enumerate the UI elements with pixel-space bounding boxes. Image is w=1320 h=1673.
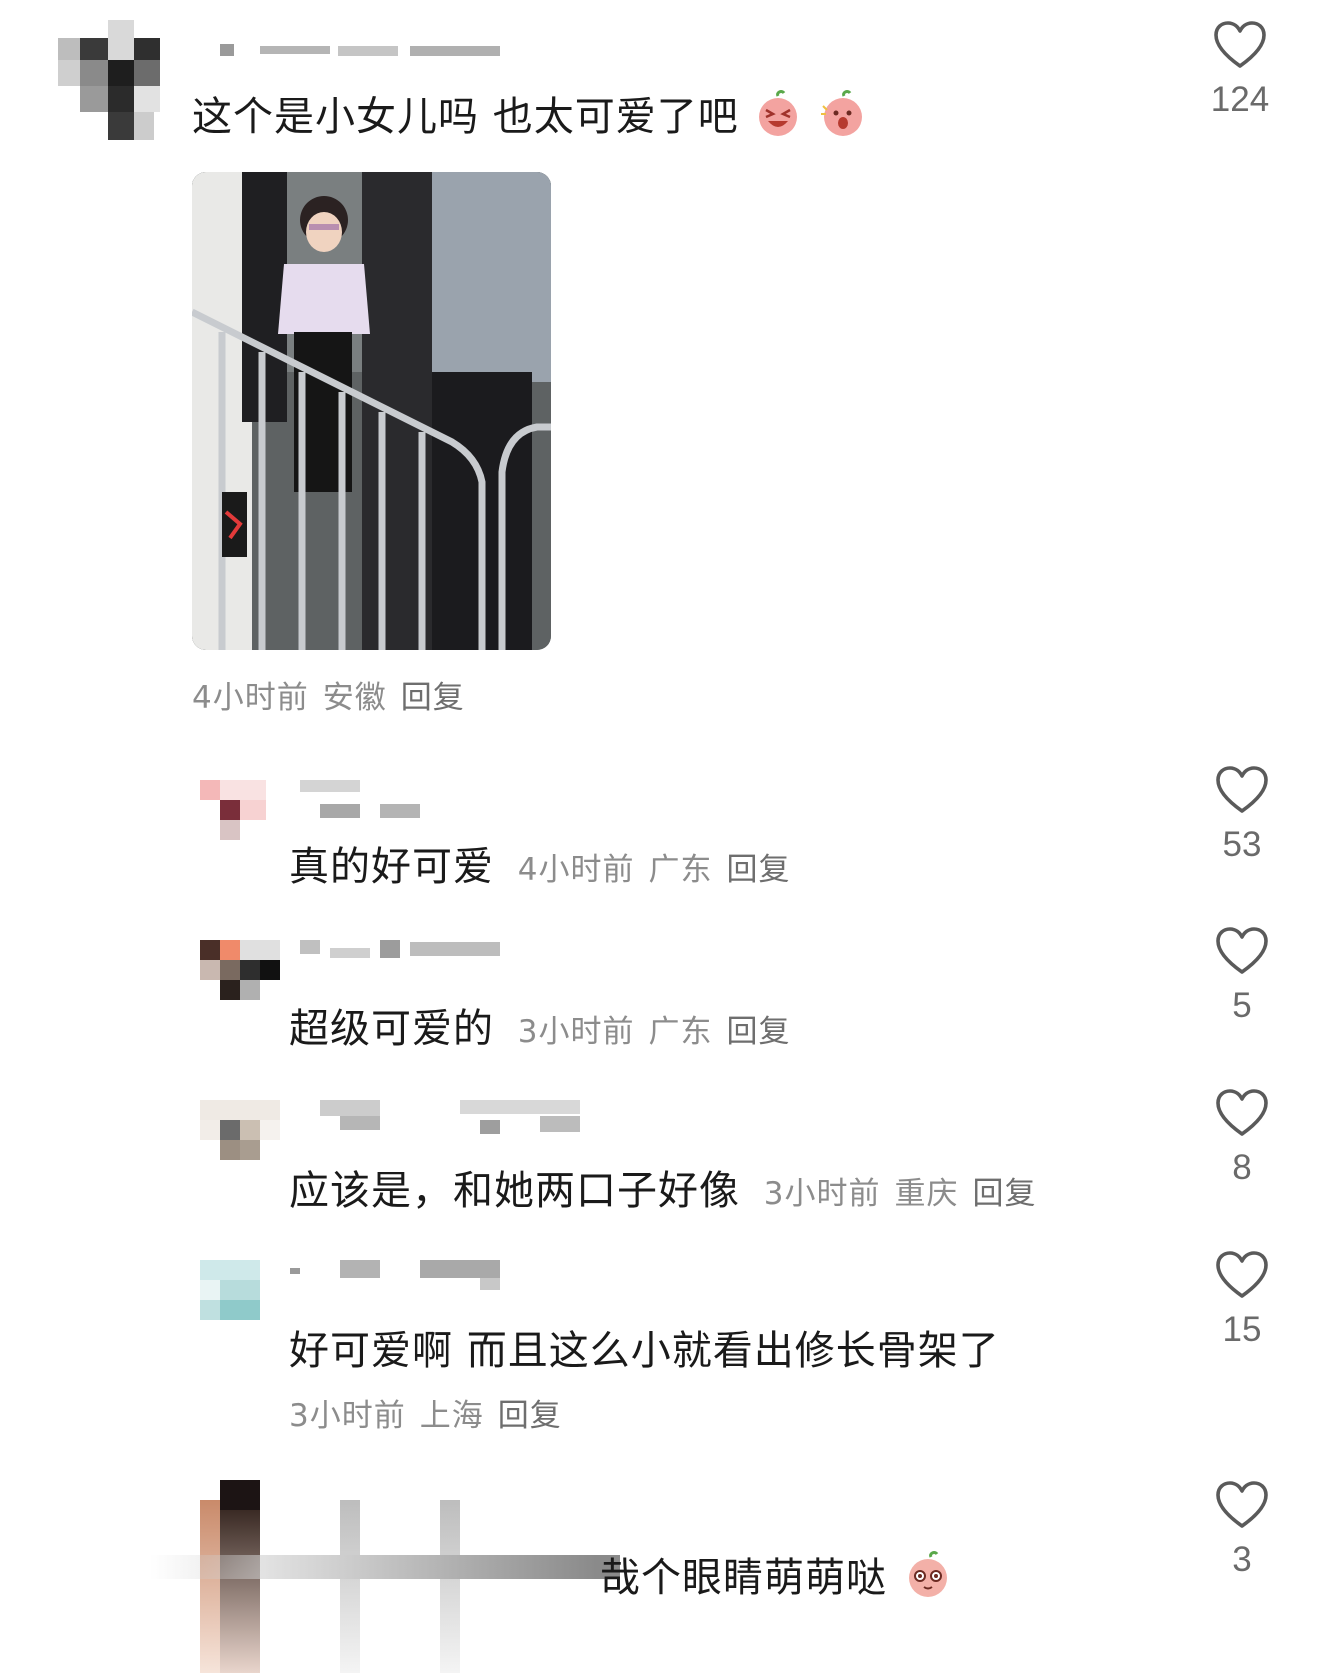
reply-location: 上海 bbox=[419, 1398, 484, 1434]
motion-blur-streak bbox=[150, 1555, 620, 1579]
reply-time: 3小时前 bbox=[763, 1176, 881, 1212]
like-count: 3 bbox=[1232, 1540, 1252, 1579]
like-button[interactable]: 124 bbox=[1180, 20, 1300, 120]
username-blurred bbox=[300, 940, 500, 958]
reply-row: 哉个眼睛萌萌哒 bbox=[600, 1545, 951, 1603]
like-button[interactable]: 53 bbox=[1182, 765, 1302, 865]
reply-button[interactable]: 回复 bbox=[498, 1398, 562, 1434]
reply-location: 广东 bbox=[648, 852, 713, 888]
reply-text: 真的好可爱 bbox=[289, 844, 494, 890]
heart-outline-icon bbox=[1214, 21, 1266, 68]
heart-outline-icon bbox=[1216, 1251, 1268, 1298]
reply-button[interactable]: 回复 bbox=[972, 1176, 1036, 1212]
heart-outline-icon bbox=[1216, 766, 1268, 813]
like-count: 5 bbox=[1232, 986, 1252, 1025]
like-count: 15 bbox=[1222, 1310, 1262, 1349]
username-blurred bbox=[320, 1100, 580, 1134]
comment-location: 安徽 bbox=[322, 680, 387, 716]
comment-text: 这个是小女儿吗 也太可爱了吧 bbox=[192, 84, 866, 142]
girl-at-railing-photo[interactable] bbox=[192, 172, 551, 650]
reply-row: 应该是，和她两口子好像 3小时前 重庆 回复 bbox=[289, 1158, 1050, 1216]
avatar[interactable] bbox=[200, 940, 280, 1000]
reply-location: 广东 bbox=[648, 1014, 713, 1050]
reply-text: 好可爱啊 而且这么小就看出修长骨架了 bbox=[289, 1328, 1000, 1374]
reply-text: 哉个眼睛萌萌哒 bbox=[600, 1555, 887, 1601]
reply-time: 4小时前 bbox=[517, 852, 635, 888]
reply-time: 3小时前 bbox=[517, 1014, 635, 1050]
comment-time: 4小时前 bbox=[192, 680, 309, 716]
avatar[interactable] bbox=[200, 780, 266, 840]
shocked-peach-emoji bbox=[821, 90, 863, 136]
like-button[interactable]: 15 bbox=[1182, 1250, 1302, 1350]
reply-time: 3小时前 bbox=[289, 1398, 406, 1434]
reply-text: 超级可爱的 bbox=[289, 1006, 494, 1052]
reply-button[interactable]: 回复 bbox=[726, 1014, 790, 1050]
username-blurred bbox=[300, 780, 430, 818]
avatar[interactable] bbox=[50, 20, 162, 140]
reply-meta: 4小时前 广东 回复 bbox=[518, 852, 805, 888]
username-blurred bbox=[340, 1500, 360, 1673]
heart-outline-icon bbox=[1216, 1481, 1268, 1528]
reply-location: 重庆 bbox=[894, 1176, 959, 1212]
comment-meta: 4小时前 安徽 回复 bbox=[192, 672, 479, 717]
avatar[interactable] bbox=[200, 1100, 280, 1160]
username-blurred bbox=[220, 40, 500, 58]
heart-outline-icon bbox=[1216, 1089, 1268, 1136]
like-count: 8 bbox=[1232, 1148, 1252, 1187]
reply-meta: 3小时前 上海 回复 bbox=[289, 1390, 576, 1435]
like-button[interactable]: 3 bbox=[1182, 1480, 1302, 1580]
username-blurred bbox=[440, 1500, 460, 1673]
heart-outline-icon bbox=[1216, 927, 1268, 974]
avatar[interactable] bbox=[200, 1260, 260, 1320]
laughing-peach-emoji bbox=[759, 90, 798, 136]
reply-button[interactable]: 回复 bbox=[401, 680, 465, 716]
reply-meta: 3小时前 广东 回复 bbox=[518, 1014, 805, 1050]
reply-row: 真的好可爱 4小时前 广东 回复 bbox=[289, 834, 804, 892]
like-count: 124 bbox=[1210, 80, 1270, 119]
comment-text-content: 这个是小女儿吗 也太可爱了吧 bbox=[192, 94, 739, 140]
reply-meta: 3小时前 重庆 回复 bbox=[764, 1176, 1051, 1212]
reply-button[interactable]: 回复 bbox=[726, 852, 790, 888]
username-blurred bbox=[290, 1260, 500, 1290]
reply-text: 应该是，和她两口子好像 bbox=[289, 1168, 740, 1214]
big-eyes-peach-emoji bbox=[908, 1551, 947, 1597]
like-button[interactable]: 5 bbox=[1182, 926, 1302, 1026]
reply-row: 超级可爱的 3小时前 广东 回复 bbox=[289, 996, 804, 1054]
like-button[interactable]: 8 bbox=[1182, 1088, 1302, 1188]
like-count: 53 bbox=[1222, 825, 1262, 864]
